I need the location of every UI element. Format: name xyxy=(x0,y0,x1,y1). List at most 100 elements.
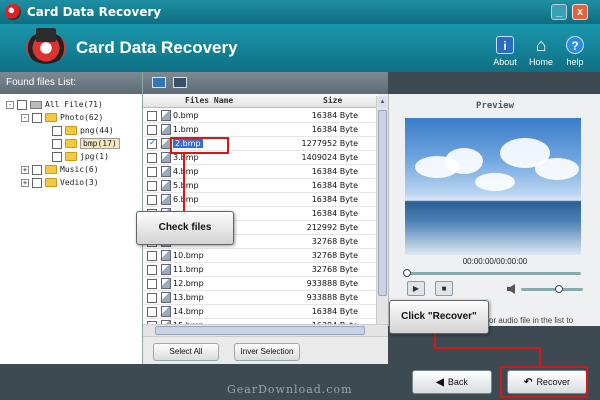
table-row[interactable]: 0.bmp 16384 Byte xyxy=(143,109,378,123)
file-size: 16384 Byte xyxy=(311,167,358,176)
file-name: 10.bmp xyxy=(173,251,204,260)
row-checkbox[interactable] xyxy=(147,279,157,289)
volume-knob[interactable] xyxy=(555,285,563,293)
stop-button[interactable]: ■ xyxy=(435,281,453,296)
row-checkbox[interactable] xyxy=(147,111,157,121)
file-size: 16384 Byte xyxy=(311,125,358,134)
check-files-callout: Check files xyxy=(136,211,234,245)
folder-icon xyxy=(45,165,57,174)
select-all-button[interactable]: Select All xyxy=(153,343,219,361)
bmp-file-icon xyxy=(161,292,171,303)
table-row[interactable]: 4.bmp 16384 Byte xyxy=(143,165,378,179)
table-row[interactable]: 14.bmp 16384 Byte xyxy=(143,305,378,319)
app-title: Card Data Recovery xyxy=(76,38,238,57)
help-label: help xyxy=(566,57,584,67)
scroll-up-icon[interactable]: ▲ xyxy=(378,97,387,107)
checkbox[interactable] xyxy=(32,164,42,175)
play-button[interactable]: ▶ xyxy=(407,281,425,296)
checkbox[interactable] xyxy=(17,99,27,110)
row-checkbox[interactable] xyxy=(147,265,157,275)
table-row[interactable]: 10.bmp 32768 Byte xyxy=(143,249,378,263)
file-size: 32768 Byte xyxy=(311,265,358,274)
window-title: Card Data Recovery xyxy=(27,5,162,19)
file-name: 5.bmp xyxy=(173,181,199,190)
seek-slider[interactable] xyxy=(403,269,581,277)
folder-icon xyxy=(65,139,77,148)
collapse-icon[interactable]: - xyxy=(21,113,29,122)
tree-node-png[interactable]: png(44) xyxy=(52,125,114,137)
grid-view-icon[interactable] xyxy=(173,77,187,88)
row-checkbox[interactable] xyxy=(147,307,157,317)
expand-icon[interactable]: + xyxy=(21,178,29,187)
bmp-file-icon xyxy=(161,194,171,205)
preview-title: Preview xyxy=(476,101,514,111)
tree-node-photo[interactable]: - Photo(62) xyxy=(21,112,103,124)
highlight-recover-button xyxy=(500,366,588,398)
table-row[interactable]: 12.bmp 933888 Byte xyxy=(143,277,378,291)
row-checkbox[interactable] xyxy=(147,153,157,163)
collapse-icon[interactable]: - xyxy=(6,100,14,109)
file-size: 1277952 Byte xyxy=(301,139,358,148)
home-label: Home xyxy=(528,57,553,67)
file-name: 6.bmp xyxy=(173,195,199,204)
column-files-name[interactable]: Files Name xyxy=(185,96,233,105)
file-size: 32768 Byte xyxy=(311,237,358,246)
checkbox[interactable] xyxy=(52,151,62,162)
scroll-thumb[interactable] xyxy=(155,326,365,335)
table-row[interactable]: 5.bmp 16384 Byte xyxy=(143,179,378,193)
row-checkbox[interactable] xyxy=(147,167,157,177)
home-button[interactable]: ⌂ Home xyxy=(523,36,559,67)
folder-icon xyxy=(65,152,77,161)
row-checkbox[interactable] xyxy=(147,125,157,135)
file-name: 14.bmp xyxy=(173,307,204,316)
checkbox[interactable] xyxy=(32,177,42,188)
row-checkbox[interactable] xyxy=(147,251,157,261)
found-files-panel: Found files List: - All File(71) - Photo(6… xyxy=(0,72,143,364)
tree-node-vedio[interactable]: + Vedio(3) xyxy=(21,177,99,189)
table-row[interactable]: 11.bmp 32768 Byte xyxy=(143,263,378,277)
checkbox[interactable] xyxy=(52,138,62,149)
file-size: 16384 Byte xyxy=(311,209,358,218)
scroll-thumb[interactable] xyxy=(378,110,387,296)
checkbox[interactable] xyxy=(52,125,62,136)
checkbox[interactable] xyxy=(32,112,42,123)
invert-selection-button[interactable]: Inver Selection xyxy=(234,343,300,361)
row-checkbox[interactable] xyxy=(147,138,157,149)
app-window: Card Data Recovery _ x Card Data Recover… xyxy=(0,0,600,400)
table-row[interactable]: 13.bmp 933888 Byte xyxy=(143,291,378,305)
table-row[interactable]: 1.bmp 16384 Byte xyxy=(143,123,378,137)
horizontal-scrollbar[interactable] xyxy=(143,324,388,336)
file-name: 3.bmp xyxy=(173,153,199,162)
expand-icon[interactable]: + xyxy=(21,165,29,174)
app-icon xyxy=(5,4,21,20)
list-view-icon[interactable] xyxy=(152,77,166,88)
tree-node-bmp[interactable]: bmp(17) xyxy=(52,138,120,150)
table-row[interactable]: 6.bmp 16384 Byte xyxy=(143,193,378,207)
view-toolbar xyxy=(143,72,388,94)
folder-icon xyxy=(45,113,57,122)
file-name: 13.bmp xyxy=(173,293,204,302)
tree-node-all-file[interactable]: - All File(71) xyxy=(6,99,103,111)
file-size: 933888 Byte xyxy=(306,279,358,288)
about-button[interactable]: i About xyxy=(487,36,523,67)
file-size: 933888 Byte xyxy=(306,293,358,302)
bmp-file-icon xyxy=(161,264,171,275)
volume-icon xyxy=(507,284,515,294)
tree-node-jpg[interactable]: jpg(1) xyxy=(52,151,109,163)
close-button[interactable]: x xyxy=(572,4,588,20)
bmp-file-icon xyxy=(161,306,171,317)
row-checkbox[interactable] xyxy=(147,195,157,205)
back-button[interactable]: ◀ Back xyxy=(412,370,492,394)
column-size[interactable]: Size xyxy=(323,96,342,105)
tree-node-music[interactable]: + Music(6) xyxy=(21,164,99,176)
row-checkbox[interactable] xyxy=(147,293,157,303)
seek-knob[interactable] xyxy=(403,269,411,277)
row-checkbox[interactable] xyxy=(147,181,157,191)
back-label: Back xyxy=(447,377,468,387)
volume-slider[interactable] xyxy=(521,285,583,293)
minimize-button[interactable]: _ xyxy=(551,4,567,20)
help-icon: ? xyxy=(566,36,584,54)
about-icon: i xyxy=(496,36,514,54)
help-button[interactable]: ? help xyxy=(557,36,593,67)
pointer-line xyxy=(434,347,541,349)
